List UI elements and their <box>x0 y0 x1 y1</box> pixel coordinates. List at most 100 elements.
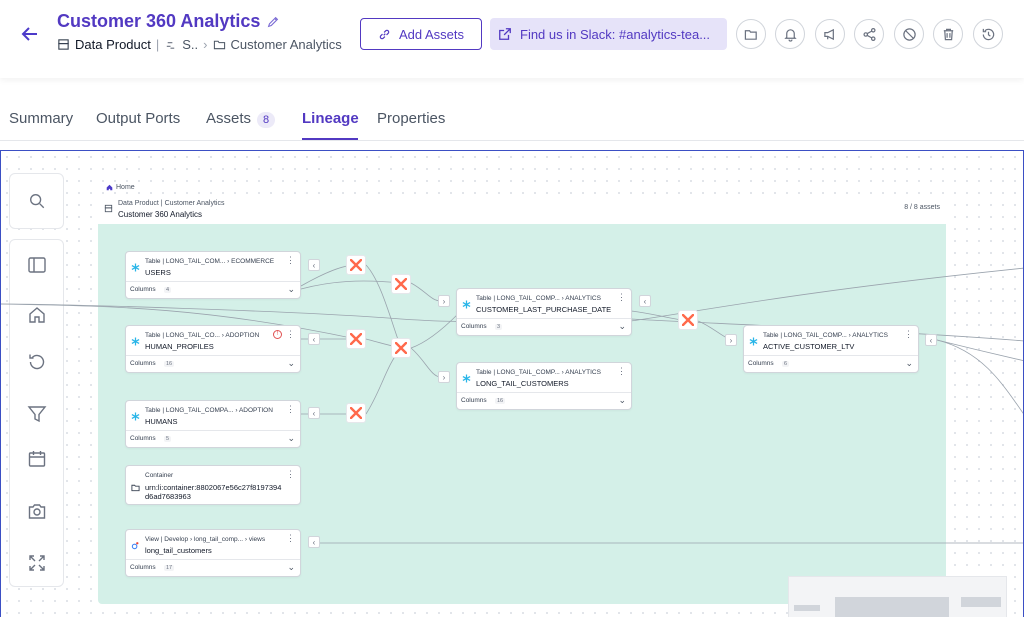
expand-upstream-handle[interactable]: ‹ <box>308 333 320 345</box>
deprecate-button[interactable] <box>894 19 924 49</box>
more-options-icon[interactable]: ⋮ <box>286 329 295 340</box>
expand-upstream-handle[interactable]: ‹ <box>639 295 651 307</box>
breadcrumb-folder[interactable]: Customer Analytics <box>231 37 342 52</box>
columns-toggle[interactable]: Columns 16 ⌄ <box>457 392 631 409</box>
transform-node[interactable] <box>391 274 411 294</box>
tab-lineage[interactable]: Lineage <box>302 110 359 127</box>
expand-upstream-handle[interactable]: ‹ <box>925 334 937 346</box>
lineage-node-view[interactable]: View | Develop › long_tail_comp... › vie… <box>125 529 301 577</box>
snowflake-icon <box>462 374 471 383</box>
link-icon <box>379 29 390 39</box>
more-options-icon[interactable]: ⋮ <box>286 469 295 480</box>
expand-downstream-handle[interactable]: › <box>725 334 737 346</box>
expand-downstream-handle[interactable]: › <box>438 371 450 383</box>
node-name: USERS <box>145 268 171 277</box>
node-name: urn:li:container:8802067e56c27f8197394 <box>145 483 282 492</box>
transform-node[interactable] <box>678 310 698 330</box>
node-name: HUMAN_PROFILES <box>145 342 214 351</box>
notifications-button[interactable] <box>775 19 805 49</box>
megaphone-icon <box>823 28 834 40</box>
announce-button[interactable] <box>815 19 845 49</box>
dbt-icon <box>682 314 694 326</box>
columns-toggle[interactable]: Columns 17 ⌄ <box>126 559 300 576</box>
snowflake-icon <box>131 412 140 421</box>
expand-downstream-handle[interactable]: › <box>438 295 450 307</box>
page-title: Customer 360 Analytics <box>57 11 280 32</box>
lineage-node-human-profiles[interactable]: Table | LONG_TAIL_CO... › ADOPTION HUMAN… <box>125 325 301 373</box>
dbt-icon <box>350 407 362 419</box>
chevron-down-icon: ⌄ <box>287 562 295 572</box>
delete-button[interactable] <box>933 19 963 49</box>
expand-upstream-handle[interactable]: ‹ <box>308 536 320 548</box>
columns-toggle[interactable]: Columns 6 ⌄ <box>744 355 918 372</box>
expand-upstream-handle[interactable]: ‹ <box>308 259 320 271</box>
lineage-node-active-customer-ltv[interactable]: Table | LONG_TAIL_COMP... › ANALYTICS AC… <box>743 325 919 373</box>
share-icon <box>862 27 876 41</box>
node-name: LONG_TAIL_CUSTOMERS <box>476 379 569 388</box>
add-assets-label: Add Assets <box>398 26 465 42</box>
tab-properties[interactable]: Properties <box>377 110 445 127</box>
chevron-down-icon: ⌄ <box>618 321 626 331</box>
domain-icon <box>167 42 175 49</box>
breadcrumb-domain[interactable]: S.. <box>182 37 198 52</box>
lineage-node-container[interactable]: Container urn:li:container:8802067e56c27… <box>125 465 301 505</box>
columns-toggle[interactable]: Columns 16 ⌄ <box>126 355 300 372</box>
lineage-node-customer-last-purchase-date[interactable]: Table | LONG_TAIL_COMP... › ANALYTICS CU… <box>456 288 632 336</box>
chevron-down-icon: ⌄ <box>618 395 626 405</box>
data-product-icon <box>58 39 69 50</box>
snowflake-icon <box>131 337 140 346</box>
more-options-icon[interactable]: ⋮ <box>904 329 913 340</box>
lineage-node-long-tail-customers[interactable]: Table | LONG_TAIL_COMP... › ANALYTICS LO… <box>456 362 632 410</box>
lineage-canvas[interactable]: Home Data Product | Customer Analytics C… <box>0 150 1024 617</box>
more-options-icon[interactable]: ⋮ <box>286 255 295 266</box>
folder-icon <box>213 40 225 50</box>
assets-count-badge: 8 <box>257 112 276 128</box>
transform-node[interactable] <box>391 338 411 358</box>
minimap[interactable] <box>788 576 1007 617</box>
share-button[interactable] <box>854 19 884 49</box>
node-name: ACTIVE_CUSTOMER_LTV <box>763 342 855 351</box>
tab-output-ports[interactable]: Output Ports <box>96 110 180 127</box>
lineage-node-humans[interactable]: Table | LONG_TAIL_COMPA... › ADOPTION HU… <box>125 400 301 448</box>
history-button[interactable] <box>973 19 1003 49</box>
tab-assets[interactable]: Assets 8 <box>206 110 276 128</box>
tab-assets-label: Assets <box>206 110 252 127</box>
transform-node[interactable] <box>346 329 366 349</box>
folder-icon <box>131 484 140 492</box>
breadcrumb: Data Product | S.. › Customer Analytics <box>57 37 342 52</box>
external-link-icon <box>499 28 511 40</box>
lineage-node-users[interactable]: Table | LONG_TAIL_COM... › ECOMMERCE USE… <box>125 251 301 299</box>
looker-icon <box>131 542 139 550</box>
node-name: CUSTOMER_LAST_PURCHASE_DATE <box>476 305 612 314</box>
slack-label: Find us in Slack: #analytics-tea... <box>520 26 711 42</box>
folder-button[interactable] <box>736 19 766 49</box>
chevron-down-icon: ⌄ <box>287 358 295 368</box>
transform-node[interactable] <box>346 255 366 275</box>
expand-upstream-handle[interactable]: ‹ <box>308 407 320 419</box>
folder-open-icon <box>744 29 757 40</box>
trash-icon <box>943 28 953 40</box>
node-name: HUMANS <box>145 417 178 426</box>
breadcrumb-type: Data Product <box>75 37 151 52</box>
dbt-icon <box>395 278 407 290</box>
columns-toggle[interactable]: Columns 5 ⌄ <box>126 430 300 447</box>
columns-toggle[interactable]: Columns 3 ⌄ <box>457 318 631 335</box>
chevron-down-icon: ⌄ <box>905 358 913 368</box>
block-icon <box>902 27 916 41</box>
page-header: Customer 360 Analytics Data Product | S.… <box>0 0 1024 78</box>
more-options-icon[interactable]: ⋮ <box>286 404 295 415</box>
more-options-icon[interactable]: ⋮ <box>617 366 626 377</box>
tab-summary[interactable]: Summary <box>9 110 73 127</box>
dbt-icon <box>350 259 362 271</box>
edit-pencil-icon[interactable] <box>266 15 280 29</box>
snowflake-icon <box>462 300 471 309</box>
snowflake-icon <box>749 337 758 346</box>
columns-toggle[interactable]: Columns 4 ⌄ <box>126 281 300 298</box>
more-options-icon[interactable]: ⋮ <box>617 292 626 303</box>
add-assets-button[interactable]: Add Assets <box>360 18 482 50</box>
title-text: Customer 360 Analytics <box>57 11 261 31</box>
more-options-icon[interactable]: ⋮ <box>286 533 295 544</box>
slack-button[interactable]: Find us in Slack: #analytics-tea... <box>490 18 727 50</box>
back-arrow-icon[interactable] <box>18 22 42 46</box>
transform-node[interactable] <box>346 403 366 423</box>
